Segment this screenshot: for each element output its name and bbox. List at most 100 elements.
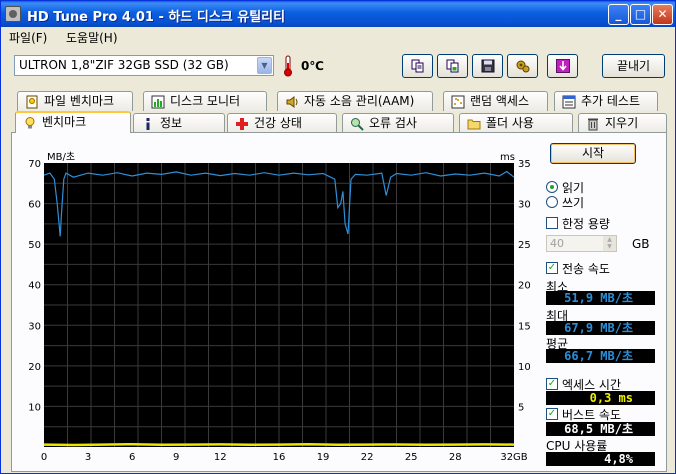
access-time-value: 0,3 ms bbox=[546, 391, 655, 405]
file-benchmark-icon bbox=[26, 95, 38, 109]
x-tick-label: 6 bbox=[129, 452, 135, 463]
trash-icon bbox=[588, 118, 598, 131]
min-value: 51,9 MB/초 bbox=[546, 291, 655, 305]
x-tick-label: 32GB bbox=[500, 452, 527, 463]
tab-label: 오류 검사 bbox=[369, 116, 417, 130]
write-radio[interactable] bbox=[546, 196, 558, 208]
random-access-icon bbox=[451, 95, 465, 109]
y-right-tick-label: 15 bbox=[518, 321, 531, 332]
y-axis-right-label: ms bbox=[500, 152, 515, 163]
save-icon bbox=[481, 59, 495, 73]
tab-file-benchmark[interactable]: 파일 벤치마크 bbox=[17, 91, 133, 111]
tab-label: 정보 bbox=[160, 116, 183, 130]
x-tick-label: 16 bbox=[273, 452, 286, 463]
y-left-tick-label: 50 bbox=[28, 240, 41, 251]
y-left-tick-label: 20 bbox=[28, 362, 41, 373]
tab-random-access[interactable]: 랜덤 액세스 bbox=[443, 91, 548, 111]
tab-label: 지우기 bbox=[605, 116, 639, 130]
copy-text-icon bbox=[411, 59, 424, 73]
short-stroke-checkbox[interactable] bbox=[546, 217, 558, 229]
access-time-line bbox=[43, 442, 515, 447]
exit-button[interactable]: 끝내기 bbox=[602, 54, 665, 78]
options-button[interactable] bbox=[507, 54, 538, 78]
burst-rate-value: 68,5 MB/초 bbox=[546, 422, 655, 436]
temperature-readout: 0℃ bbox=[301, 59, 324, 73]
benchmark-chart: 7060504030201035302520151050 3 6 9 12 16 19 22 2… bbox=[28, 151, 531, 463]
tab-label: 건강 상태 bbox=[254, 116, 302, 130]
copy-screenshot-icon bbox=[446, 59, 459, 73]
tab-label: 디스크 모니터 bbox=[170, 94, 241, 108]
x-tick-label: 0 bbox=[41, 452, 47, 463]
copy-text-button[interactable] bbox=[402, 54, 433, 78]
tab-disk-monitor[interactable]: 디스크 모니터 bbox=[143, 91, 267, 111]
thermometer-icon bbox=[284, 55, 292, 77]
y-left-tick-label: 30 bbox=[28, 321, 41, 332]
tab-extra-tests[interactable]: 추가 테스트 bbox=[554, 91, 658, 111]
extra-tests-icon bbox=[562, 95, 576, 109]
short-stroke-value: 40 bbox=[550, 237, 564, 250]
folder-icon bbox=[467, 119, 481, 130]
minimize-button[interactable]: _ bbox=[608, 4, 629, 25]
close-button[interactable]: ✕ bbox=[652, 4, 673, 25]
main-window: HD Tune Pro 4.01 - 하드 디스크 유틸리티 _ □ ✕ 파일(… bbox=[0, 0, 676, 474]
burst-rate-checkbox[interactable]: ✓ bbox=[546, 408, 558, 420]
start-button[interactable]: 시작 bbox=[550, 143, 636, 164]
y-right-tick-label: 35 bbox=[518, 159, 531, 170]
app-disk-icon bbox=[5, 6, 21, 22]
title-bar[interactable]: HD Tune Pro 4.01 - 하드 디스크 유틸리티 _ □ ✕ bbox=[1, 1, 675, 27]
y-right-tick-label: 20 bbox=[518, 281, 531, 292]
spinner-arrows-icon[interactable]: ▲ ▼ bbox=[603, 236, 616, 251]
download-icon bbox=[556, 59, 570, 73]
tab-label: 폴더 사용 bbox=[486, 116, 534, 130]
x-tick-label: 19 bbox=[317, 452, 330, 463]
menu-help[interactable]: 도움말(H) bbox=[66, 29, 118, 46]
options-icon bbox=[516, 60, 530, 73]
avg-value: 66,7 MB/초 bbox=[546, 349, 655, 363]
magnifier-icon bbox=[351, 118, 364, 131]
transfer-rate-checkbox[interactable]: ✓ bbox=[546, 262, 558, 274]
tab-aam[interactable]: 자동 소음 관리(AAM) bbox=[277, 91, 433, 111]
tab-health[interactable]: 건강 상태 bbox=[227, 113, 337, 133]
x-tick-label: 12 bbox=[214, 452, 227, 463]
save-button[interactable] bbox=[472, 54, 503, 78]
drive-select[interactable]: ULTRON 1,8"ZIF 32GB SSD (32 GB) ▼ bbox=[14, 55, 274, 76]
y-right-tick-label: 25 bbox=[518, 240, 531, 251]
health-cross-icon bbox=[236, 118, 248, 130]
access-time-checkbox[interactable]: ✓ bbox=[546, 378, 558, 390]
tab-label: 벤치마크 bbox=[42, 115, 87, 129]
tab-erase[interactable]: 지우기 bbox=[578, 113, 667, 133]
info-icon bbox=[146, 118, 150, 130]
menu-bar: 파일(F) 도움말(H) bbox=[1, 27, 675, 47]
x-tick-label: 3 bbox=[85, 452, 91, 463]
y-left-tick-label: 70 bbox=[28, 159, 41, 170]
menu-file[interactable]: 파일(F) bbox=[9, 29, 47, 46]
tab-benchmark[interactable]: 벤치마크 bbox=[15, 111, 131, 133]
read-radio[interactable] bbox=[546, 181, 558, 193]
transfer-rate-label: 전송 속도 bbox=[562, 262, 610, 276]
drive-select-value: ULTRON 1,8"ZIF 32GB SSD (32 GB) bbox=[19, 58, 229, 72]
cpu-usage-value: 4,8% bbox=[546, 452, 655, 466]
x-tick-label: 28 bbox=[449, 452, 462, 463]
x-tick-label: 9 bbox=[173, 452, 179, 463]
copy-screenshot-button[interactable] bbox=[437, 54, 468, 78]
download-button[interactable] bbox=[547, 54, 578, 78]
maximize-button[interactable]: □ bbox=[630, 4, 651, 25]
tab-error-scan[interactable]: 오류 검사 bbox=[342, 113, 454, 133]
burst-rate-label: 버스트 속도 bbox=[562, 408, 622, 422]
window-title: HD Tune Pro 4.01 - 하드 디스크 유틸리티 bbox=[27, 10, 286, 25]
y-axis-left-label: MB/초 bbox=[47, 151, 75, 163]
tab-label: 자동 소음 관리(AAM) bbox=[304, 94, 415, 108]
lightbulb-icon bbox=[25, 117, 35, 129]
short-stroke-input[interactable]: 40 ▲ ▼ bbox=[546, 235, 617, 252]
y-left-tick-label: 10 bbox=[28, 402, 41, 413]
tab-label: 랜덤 액세스 bbox=[470, 94, 530, 108]
y-right-tick-label: 30 bbox=[518, 200, 531, 211]
speaker-icon bbox=[286, 96, 298, 108]
y-right-tick-label: 10 bbox=[518, 362, 531, 373]
tab-folder-usage[interactable]: 폴더 사용 bbox=[459, 113, 573, 133]
x-tick-label: 25 bbox=[405, 452, 418, 463]
chevron-down-icon[interactable]: ▼ bbox=[257, 57, 272, 74]
tab-info[interactable]: 정보 bbox=[133, 113, 225, 133]
chart-grid bbox=[44, 163, 514, 447]
short-stroke-unit: GB bbox=[632, 237, 650, 251]
